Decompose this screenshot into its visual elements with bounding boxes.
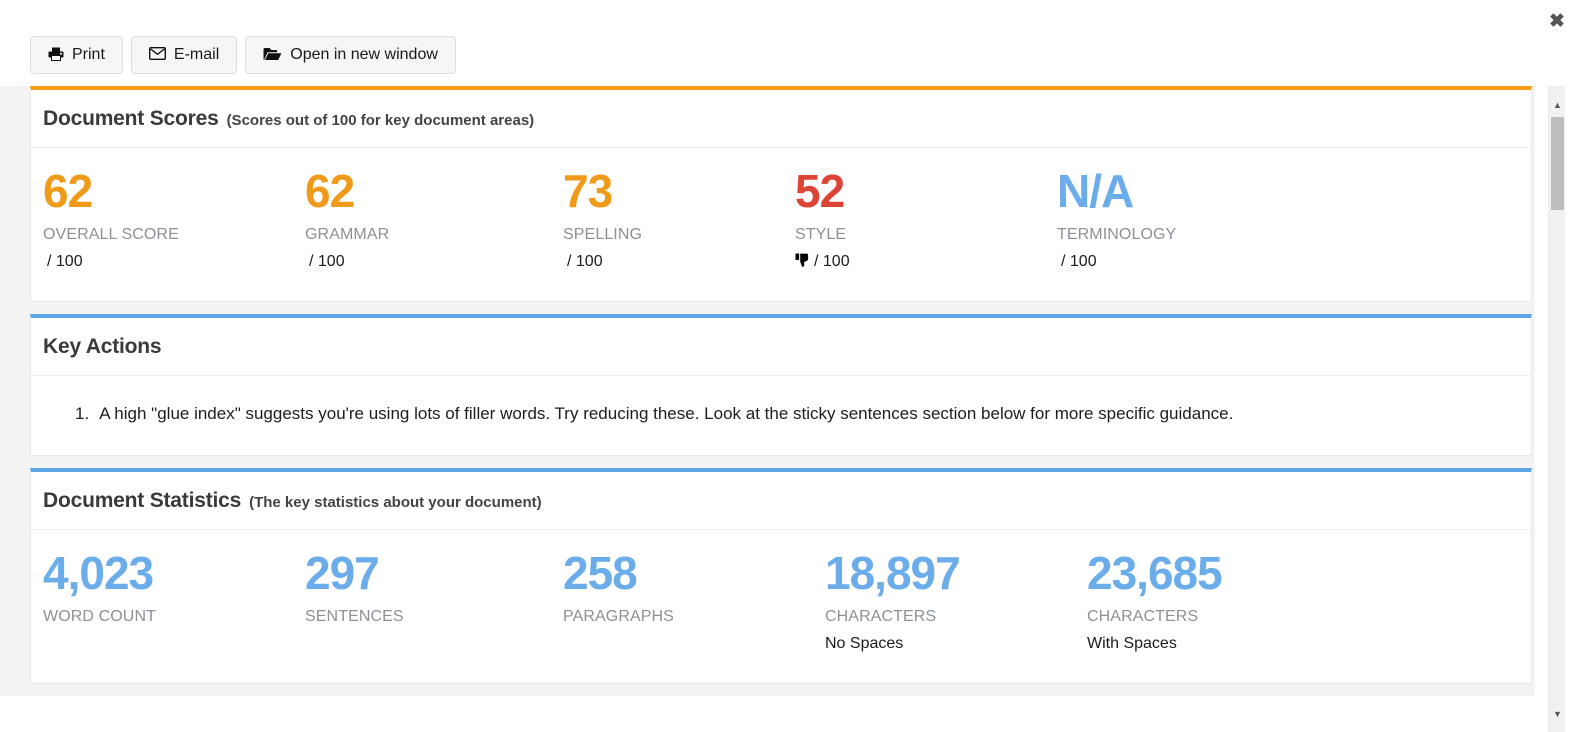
score-terminology: N/A TERMINOLOGY / 100 xyxy=(1045,165,1345,271)
score-overall-label: OVERALL SCORE xyxy=(43,225,179,243)
document-scores-panel: Document Scores (Scores out of 100 for k… xyxy=(30,86,1532,302)
document-scores-row: 62 OVERALL SCORE / 100 62 GRAMMAR / 100 … xyxy=(31,148,1531,301)
score-grammar-label: GRAMMAR xyxy=(305,225,390,243)
print-button[interactable]: Print xyxy=(30,36,123,74)
score-grammar: 62 GRAMMAR / 100 xyxy=(293,165,551,271)
report-window: ✖ Print E-mail Open in new window Docume… xyxy=(0,0,1581,732)
score-grammar-denominator: / 100 xyxy=(309,252,345,270)
report-toolbar: Print E-mail Open in new window xyxy=(30,36,456,74)
key-action-text: A high "glue index" suggests you're usin… xyxy=(99,403,1234,423)
open-in-new-window-button[interactable]: Open in new window xyxy=(245,36,456,74)
score-spelling-label: SPELLING xyxy=(563,225,643,243)
stat-characters-with-spaces-label: CHARACTERS xyxy=(1087,608,1199,626)
email-button-label: E-mail xyxy=(173,46,220,63)
stat-word-count-value: 4,023 xyxy=(43,547,154,600)
document-statistics-header: Document Statistics (The key statistics … xyxy=(31,472,1531,531)
document-scores-body: 62 OVERALL SCORE / 100 62 GRAMMAR / 100 … xyxy=(31,148,1531,301)
key-actions-title: Key Actions xyxy=(43,334,162,358)
score-grammar-value: 62 xyxy=(305,165,355,217)
score-style-denominator-wrap: / 100 xyxy=(795,253,1045,271)
stat-sentences: 297 SENTENCES xyxy=(293,547,551,653)
document-statistics-panel: Document Statistics (The key statistics … xyxy=(30,468,1532,685)
stat-word-count-label: WORD COUNT xyxy=(43,608,156,626)
score-terminology-denominator: / 100 xyxy=(1061,252,1097,270)
score-overall-denominator: / 100 xyxy=(47,252,83,270)
document-scores-title: Document Scores xyxy=(43,107,219,130)
stat-characters-no-spaces-label: CHARACTERS xyxy=(825,608,937,626)
stat-word-count: 4,023 WORD COUNT xyxy=(31,547,293,653)
report-scroll-region: Document Scores (Scores out of 100 for k… xyxy=(0,86,1581,732)
stat-paragraphs-label: PARAGRAPHS xyxy=(563,608,674,626)
stat-paragraphs: 258 PARAGRAPHS xyxy=(551,547,813,653)
printer-icon xyxy=(48,47,64,64)
score-terminology-label: TERMINOLOGY xyxy=(1057,225,1177,243)
folder-open-icon xyxy=(263,47,282,64)
key-actions-panel: Key Actions 1. A high "glue index" sugge… xyxy=(30,313,1532,457)
score-style: 52 STYLE / 100 xyxy=(783,165,1045,271)
document-statistics-row: 4,023 WORD COUNT 297 SENTENCES 258 PARAG… xyxy=(31,530,1531,683)
stat-paragraphs-value: 258 xyxy=(563,547,638,600)
report-content: Document Scores (Scores out of 100 for k… xyxy=(0,86,1535,697)
document-statistics-title: Document Statistics xyxy=(43,489,242,513)
close-icon[interactable]: ✖ xyxy=(1544,8,1570,34)
scroll-up-arrow-icon[interactable]: ▲ xyxy=(1549,96,1566,113)
document-scores-subtitle: (Scores out of 100 for key document area… xyxy=(226,112,535,129)
score-spelling-denominator: / 100 xyxy=(567,252,603,270)
open-in-new-window-button-label: Open in new window xyxy=(290,46,438,63)
score-overall-value: 62 xyxy=(43,165,93,217)
score-style-denominator: / 100 xyxy=(814,252,850,270)
stat-characters-no-spaces: 18,897 CHARACTERS No Spaces xyxy=(813,547,1075,653)
scrollbar-thumb[interactable] xyxy=(1551,117,1564,210)
document-scores-header: Document Scores (Scores out of 100 for k… xyxy=(31,90,1531,148)
key-action-number: 1. xyxy=(75,403,90,423)
score-spelling-value: 73 xyxy=(563,165,613,217)
score-spelling: 73 SPELLING / 100 xyxy=(551,165,783,271)
score-terminology-value: N/A xyxy=(1057,165,1134,217)
vertical-scrollbar[interactable]: ▲ ▼ xyxy=(1548,86,1565,732)
email-button[interactable]: E-mail xyxy=(130,36,238,74)
document-statistics-subtitle: (The key statistics about your document) xyxy=(249,494,542,512)
score-overall: 62 OVERALL SCORE / 100 xyxy=(31,165,293,271)
score-style-value: 52 xyxy=(795,165,845,217)
key-actions-body: 1. A high "glue index" suggests you're u… xyxy=(31,376,1531,456)
stat-characters-no-spaces-value: 18,897 xyxy=(825,547,961,600)
document-statistics-body: 4,023 WORD COUNT 297 SENTENCES 258 PARAG… xyxy=(31,530,1531,683)
stat-sentences-value: 297 xyxy=(305,547,380,600)
score-style-label: STYLE xyxy=(795,225,847,243)
scroll-down-arrow-icon[interactable]: ▼ xyxy=(1549,705,1566,722)
envelope-icon xyxy=(148,46,166,63)
print-button-label: Print xyxy=(72,46,105,63)
stat-characters-no-spaces-sub: No Spaces xyxy=(825,635,904,653)
stat-characters-with-spaces-value: 23,685 xyxy=(1087,547,1223,600)
key-actions-header: Key Actions xyxy=(31,318,1531,376)
stat-characters-with-spaces-sub: With Spaces xyxy=(1087,635,1177,653)
stat-sentences-label: SENTENCES xyxy=(305,608,404,626)
thumbs-down-icon xyxy=(795,253,810,270)
key-action-item: 1. A high "glue index" suggests you're u… xyxy=(75,402,1515,426)
stat-characters-with-spaces: 23,685 CHARACTERS With Spaces xyxy=(1075,547,1375,653)
